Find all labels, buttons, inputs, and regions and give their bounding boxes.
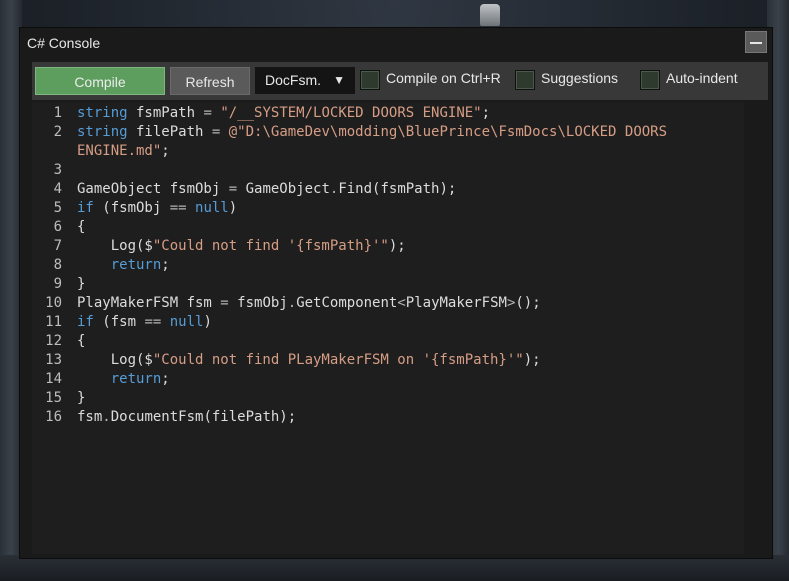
code-line: { [77,333,86,349]
checkbox-box[interactable] [360,70,380,90]
code-line: Log($"Could not find '{fsmPath}'"); [77,238,406,254]
code-editor[interactable]: 1 2 3 4 5 6 7 8 9 10 11 12 13 14 15 16 s… [32,102,744,554]
code-line: } [77,276,86,292]
titlebar[interactable]: C# Console [20,28,772,58]
minimize-button[interactable] [745,31,767,53]
code-line: { [77,219,86,235]
toolbar: Compile Refresh DocFsm. ▼ Compile on Ctr… [32,62,768,100]
code-line: Log($"Could not find PLayMakerFSM on '{f… [77,352,541,368]
line-number: 11 [45,314,62,330]
line-number: 3 [53,162,62,178]
refresh-button[interactable]: Refresh [170,67,250,95]
line-number: 9 [53,276,62,292]
line-number: 14 [45,371,62,387]
line-number: 12 [45,333,62,349]
dropdown-arrow-icon: ▼ [333,73,345,87]
compile-button[interactable]: Compile [35,67,165,95]
line-number: 15 [45,390,62,406]
code-text[interactable]: string fsmPath = "/__SYSTEM/LOCKED DOORS… [77,104,667,427]
checkbox-box[interactable] [515,70,535,90]
line-number: 6 [53,219,62,235]
code-line: PlayMakerFSM fsm = fsmObj.GetComponent<P… [77,295,541,311]
line-number: 1 [53,105,62,121]
line-number: 10 [45,295,62,311]
checkbox-label: Suggestions [541,70,619,86]
window-title: C# Console [27,35,101,51]
checkbox-box[interactable] [640,70,660,90]
line-number: 16 [45,409,62,425]
checkbox-label: Auto-indent [666,70,738,86]
code-line: ENGINE.md"; [77,143,170,159]
code-line: fsm.DocumentFsm(filePath); [77,409,297,425]
csharp-console-window: C# Console Compile Refresh DocFsm. ▼ Com… [19,27,773,559]
code-line: string fsmPath = "/__SYSTEM/LOCKED DOORS… [77,105,491,121]
doc-select-dropdown[interactable]: DocFsm. ▼ [255,67,355,94]
line-number: 5 [53,200,62,216]
line-number: 8 [53,257,62,273]
code-line: return; [110,371,170,387]
code-line: } [77,390,86,406]
code-line: return; [110,257,170,273]
line-number-gutter: 1 2 3 4 5 6 7 8 9 10 11 12 13 14 15 16 [32,104,62,427]
line-number: 2 [53,124,62,140]
doc-select-value: DocFsm. [265,72,321,88]
line-number: 7 [53,238,62,254]
code-line: GameObject fsmObj = GameObject.Find(fsmP… [77,181,457,197]
line-number: 13 [45,352,62,368]
code-line: string filePath = @"D:\GameDev\modding\B… [77,124,668,140]
code-line: if (fsm == null) [77,314,212,330]
line-number: 4 [53,181,62,197]
checkbox-label: Compile on Ctrl+R [386,70,501,86]
code-line: if (fsmObj == null) [77,200,238,216]
background-lamp [480,4,500,26]
line-number [32,142,62,161]
